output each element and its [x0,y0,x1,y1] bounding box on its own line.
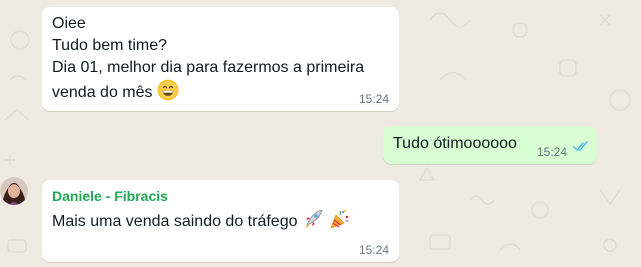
message-line: Dia 01, melhor dia para fazermos a prime… [52,59,365,76]
message-line: Tudo bem time? [52,37,168,54]
message-timestamp: 15:24 [358,243,389,257]
message-bubble-incoming[interactable]: Daniele - Fibracis Mais uma venda saindo… [42,180,399,262]
rocket-emoji [302,208,324,237]
message-timestamp: 15:24 [536,145,567,159]
message-line: Oiee [52,15,86,32]
party-popper-emoji [328,208,350,237]
avatar[interactable] [0,177,28,205]
message-bubble-outgoing[interactable]: Tudo ótimoooooo 15:24 [383,126,597,164]
message-text: Mais uma venda saindo do tráfego [52,208,389,237]
grinning-face-emoji [157,79,179,108]
sender-name[interactable]: Daniele - Fibracis [52,187,389,205]
message-bubble-incoming[interactable]: Oiee Tudo bem time? Dia 01, melhor dia p… [42,7,399,111]
message-timestamp: 15:24 [358,92,389,106]
message-text: Oiee Tudo bem time? Dia 01, melhor dia p… [52,13,389,108]
message-line: Mais uma venda saindo do tráfego [52,213,298,230]
message-line: venda do mês [52,84,153,101]
read-double-check-icon [573,137,589,159]
